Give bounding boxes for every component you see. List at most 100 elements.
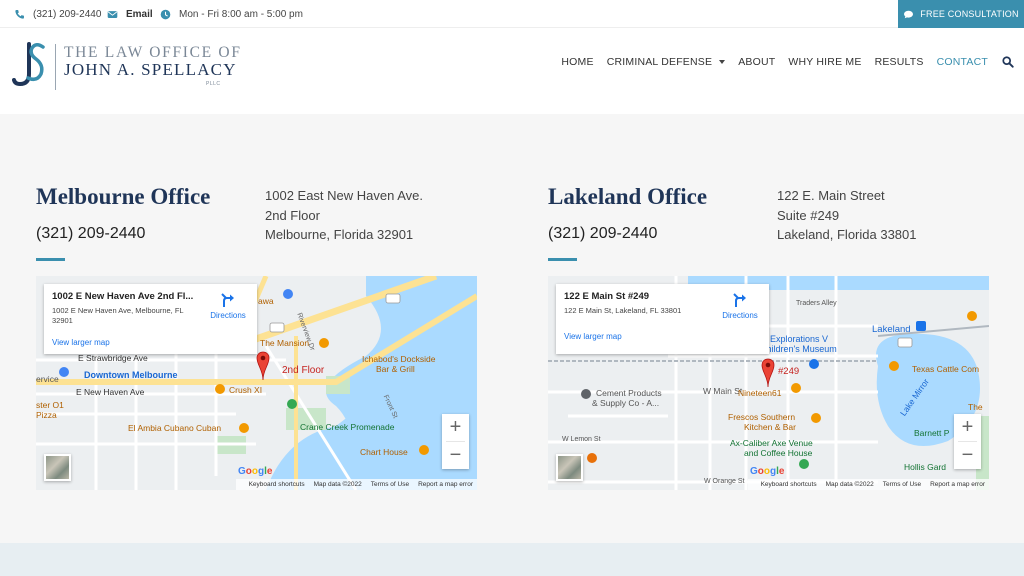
- accent-rule: [548, 258, 577, 261]
- poi-label: Crush XI: [229, 385, 263, 395]
- search-icon[interactable]: [1002, 56, 1014, 68]
- keyboard-shortcuts-link[interactable]: Keyboard shortcuts: [249, 481, 305, 488]
- office-address: 1002 East New Haven Ave. 2nd Floor Melbo…: [265, 186, 423, 245]
- site-header: THE LAW OFFICE OF JOHN A. SPELLACY PLLC …: [0, 28, 1024, 114]
- topbar-phone[interactable]: (321) 209-2440: [14, 0, 101, 28]
- address-line: 2nd Floor: [265, 207, 320, 223]
- street-label: W Orange St: [704, 478, 745, 485]
- poi-label: Texas Cattle Com: [912, 364, 980, 374]
- poi-label: ster O1: [36, 400, 64, 410]
- street-label: E New Haven Ave: [76, 387, 145, 397]
- poi-label: Crane Creek Promenade: [300, 422, 395, 432]
- card-title: 122 E Main St #249: [564, 291, 650, 302]
- poi-label: ervice: [36, 374, 59, 384]
- nav-home[interactable]: HOME: [561, 56, 593, 68]
- area-label: Lakeland: [872, 324, 911, 335]
- zoom-in-button[interactable]: +: [442, 414, 469, 441]
- nav-about[interactable]: ABOUT: [738, 56, 775, 68]
- view-larger-map-link[interactable]: View larger map: [52, 338, 110, 347]
- street-label: Traders Alley: [796, 300, 837, 307]
- pin-label: 2nd Floor: [282, 365, 325, 376]
- logo-line-3: PLLC: [206, 81, 221, 87]
- card-title: 1002 E New Haven Ave 2nd Fl...: [52, 291, 194, 302]
- address-line: Lakeland, Florida 33801: [777, 227, 917, 242]
- map-zoom-controls: + −: [442, 414, 469, 469]
- map-attribution: Keyboard shortcuts Map data ©2022 Terms …: [235, 479, 477, 490]
- area-label: Downtown Melbourne: [84, 370, 178, 380]
- directions-button[interactable]: Directions: [206, 292, 250, 320]
- satellite-toggle[interactable]: [556, 454, 583, 481]
- terms-of-use-link[interactable]: Terms of Use: [883, 481, 921, 488]
- office-phone[interactable]: (321) 209-2440: [36, 225, 145, 243]
- poi-label: Chart House: [360, 447, 408, 457]
- poi-label: Kitchen & Bar: [744, 422, 796, 432]
- office-name: Lakeland Office: [548, 184, 708, 209]
- poi-label: The Mansion: [260, 338, 310, 348]
- poi-label: Ax-Caliber Axe Venue: [730, 438, 813, 448]
- office-name: Melbourne Office: [36, 184, 211, 209]
- nav-criminal-defense[interactable]: CRIMINAL DEFENSE: [607, 56, 726, 68]
- directions-icon: [733, 293, 746, 307]
- nav-results[interactable]: RESULTS: [875, 56, 924, 68]
- topbar-email-text: Email: [126, 8, 153, 20]
- poi-label: Ichabod's Dockside: [362, 354, 436, 364]
- melbourne-map[interactable]: 2nd Floor E Strawbridge Ave Downtown Mel…: [36, 276, 477, 490]
- poi-label: & Supply Co - A...: [592, 398, 660, 408]
- free-consultation-button[interactable]: FREE CONSULTATION: [898, 0, 1024, 28]
- poi-label: The: [968, 402, 983, 412]
- poi-label: El Ambia Cubano Cuban: [128, 423, 222, 433]
- topbar-email[interactable]: Email: [107, 0, 153, 28]
- office-address: 122 E. Main Street Suite #249 Lakeland, …: [777, 186, 917, 245]
- address-line: 1002 East New Haven Ave.: [265, 188, 424, 203]
- office-phone[interactable]: (321) 209-2440: [548, 225, 657, 243]
- main-nav: HOME CRIMINAL DEFENSE ABOUT WHY HIRE ME …: [548, 55, 1014, 69]
- directions-label: Directions: [210, 311, 246, 320]
- poi-label: Frescos Southern: [728, 412, 796, 422]
- poi-label: Bar & Grill: [376, 364, 415, 374]
- poi-label: Nineteen61: [738, 388, 782, 398]
- nav-criminal-defense-label: CRIMINAL DEFENSE: [606, 56, 713, 68]
- topbar-phone-text: (321) 209-2440: [33, 8, 102, 20]
- footer-band: [0, 543, 1024, 576]
- street-label: W Main St: [703, 386, 743, 396]
- address-line: Suite #249: [777, 207, 840, 223]
- keyboard-shortcuts-link[interactable]: Keyboard shortcuts: [761, 481, 817, 488]
- address-line: 122 E. Main Street: [777, 188, 885, 203]
- js-monogram-icon: [12, 42, 45, 87]
- caret-down-icon: [719, 60, 726, 64]
- directions-button[interactable]: Directions: [718, 292, 762, 320]
- poi-label: Hollis Gard: [904, 462, 947, 472]
- map-info-card: 122 E Main St #249 122 E Main St, Lakela…: [556, 284, 769, 354]
- zoom-in-button[interactable]: +: [954, 414, 981, 441]
- map-data-text: Map data ©2022: [313, 481, 362, 488]
- directions-icon: [221, 293, 234, 307]
- satellite-toggle[interactable]: [44, 454, 71, 481]
- top-bar: (321) 209-2440 Email Mon - Fri 8:00 am -…: [0, 0, 1024, 28]
- street-label: W Lemon St: [562, 436, 601, 443]
- pin-label: #249: [778, 366, 800, 377]
- logo-line-2: JOHN A. SPELLACY: [64, 60, 237, 79]
- google-logo: Google: [750, 466, 785, 477]
- google-logo: Google: [238, 466, 273, 477]
- view-larger-map-link[interactable]: View larger map: [564, 332, 622, 341]
- nav-contact[interactable]: CONTACT: [937, 56, 988, 68]
- map-info-card: 1002 E New Haven Ave 2nd Fl... 1002 E Ne…: [44, 284, 257, 354]
- topbar-hours-text: Mon - Fri 8:00 am - 5:00 pm: [179, 8, 303, 20]
- poi-label: Explorations V: [770, 334, 829, 344]
- card-address: 122 E Main St, Lakeland, FL 33801: [564, 306, 682, 315]
- zoom-out-button[interactable]: −: [954, 442, 981, 469]
- nav-why-hire-me[interactable]: WHY HIRE ME: [788, 56, 861, 68]
- poi-label: Children's Museum: [760, 344, 837, 354]
- report-error-link[interactable]: Report a map error: [930, 481, 985, 488]
- poi-label: Barnett P: [914, 428, 950, 438]
- logo-divider: [55, 44, 56, 90]
- map-zoom-controls: + −: [954, 414, 981, 469]
- map-data-text: Map data ©2022: [825, 481, 874, 488]
- lakeland-map[interactable]: #249 Explorations V Children's Museum Tr…: [548, 276, 989, 490]
- report-error-link[interactable]: Report a map error: [418, 481, 473, 488]
- poi-label: and Coffee House: [744, 448, 813, 458]
- accent-rule: [36, 258, 65, 261]
- directions-label: Directions: [722, 311, 758, 320]
- zoom-out-button[interactable]: −: [442, 442, 469, 469]
- terms-of-use-link[interactable]: Terms of Use: [371, 481, 409, 488]
